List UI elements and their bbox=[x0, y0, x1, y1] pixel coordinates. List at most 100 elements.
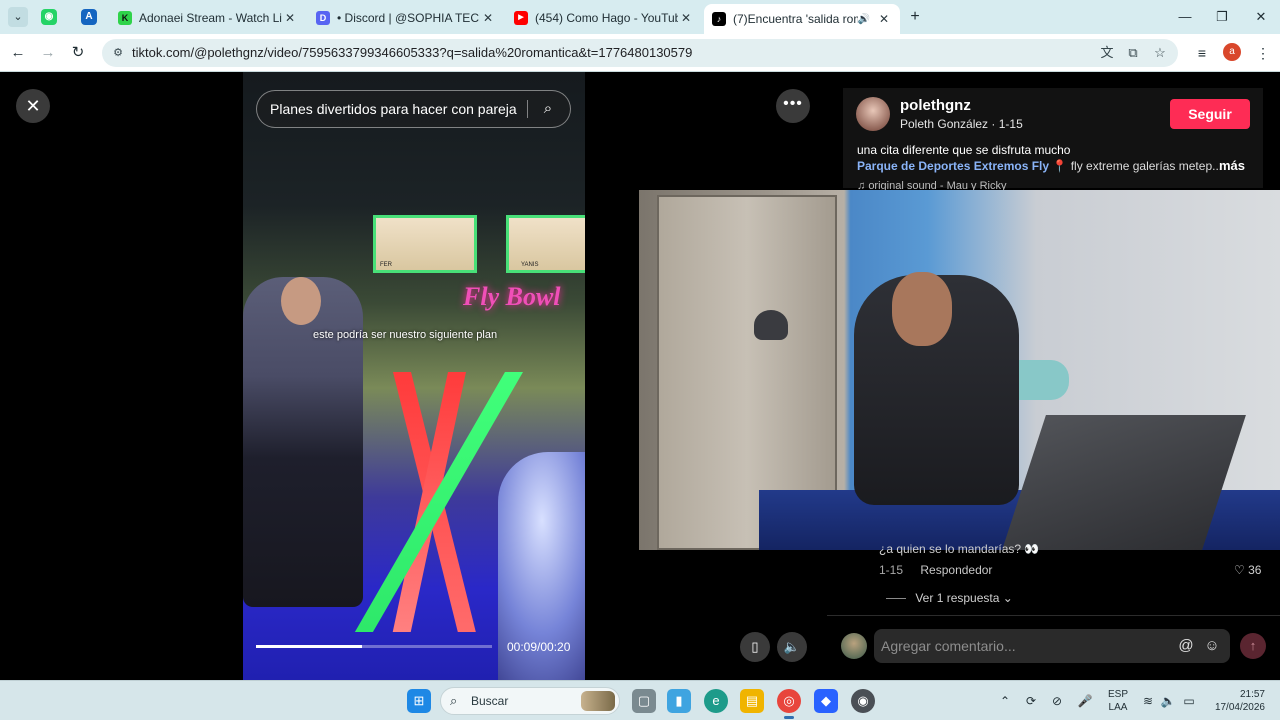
whatsapp-pinned-tab[interactable]: ◉ bbox=[41, 9, 57, 25]
audio-playing-icon[interactable]: 🔊 bbox=[858, 14, 870, 25]
taskbar-search[interactable]: ⌕ Buscar bbox=[440, 687, 620, 715]
microphone-icon[interactable]: 🎤 bbox=[1076, 692, 1094, 710]
comment-input[interactable]: Agregar comentario... @ ☺ bbox=[874, 629, 1230, 663]
task-view-icon[interactable]: ▢ bbox=[632, 689, 656, 713]
streamer-head bbox=[892, 272, 952, 346]
reload-button[interactable]: ↻ bbox=[67, 42, 89, 64]
captions-button[interactable]: ▯ bbox=[740, 632, 770, 662]
windows-start-icon[interactable]: ⊞ bbox=[407, 689, 431, 713]
install-app-icon[interactable]: ⧉ bbox=[1124, 44, 1142, 62]
reply-button[interactable]: Respondedor bbox=[920, 563, 992, 577]
file-explorer-icon[interactable]: ▤ bbox=[740, 689, 764, 713]
author-username[interactable]: polethgnz bbox=[900, 97, 971, 114]
search-highlight-image bbox=[581, 691, 615, 711]
volume-button[interactable]: 🔈 bbox=[777, 632, 807, 662]
tab-title: (7)Encuentra 'salida romant bbox=[733, 12, 858, 26]
bookmark-star-icon[interactable]: ☆ bbox=[1151, 44, 1169, 62]
search-icon[interactable]: ⌕ bbox=[538, 99, 558, 119]
profile-avatar[interactable]: a bbox=[1223, 43, 1241, 61]
close-tab-icon[interactable]: ✕ bbox=[480, 11, 496, 25]
volume-icon[interactable]: 🔈 bbox=[1159, 692, 1177, 710]
video-search-bar[interactable]: Planes divertidos para hacer con pareja … bbox=[256, 90, 571, 128]
location-link[interactable]: Parque de Deportes Extremos Fly bbox=[857, 159, 1049, 173]
tab-tiktok[interactable]: ♪ (7)Encuentra 'salida romant 🔊 ✕ bbox=[704, 4, 900, 34]
mention-icon[interactable]: @ bbox=[1176, 636, 1196, 656]
input-language[interactable]: ESP LAA bbox=[1106, 688, 1130, 714]
score-screen: FER bbox=[373, 215, 477, 273]
location-tail: fly extreme galerías metep... bbox=[1070, 159, 1223, 173]
app-icon[interactable]: ▮ bbox=[667, 689, 691, 713]
comment-placeholder[interactable]: Agregar comentario... bbox=[881, 629, 1016, 663]
divider bbox=[527, 100, 528, 118]
url-text[interactable]: tiktok.com/@polethgnz/video/759563379934… bbox=[132, 39, 692, 67]
chevron-up-icon[interactable]: ⌃ bbox=[996, 692, 1014, 710]
video-progress-bar[interactable] bbox=[256, 645, 492, 648]
follow-button[interactable]: Seguir bbox=[1170, 99, 1250, 129]
tab-adonaei[interactable]: K Adonaei Stream - Watch Live o ✕ bbox=[110, 4, 306, 32]
person-head bbox=[281, 277, 321, 325]
tab-title: (454) Como Hago - YouTube bbox=[535, 11, 678, 25]
close-tab-icon[interactable]: ✕ bbox=[876, 12, 892, 26]
system-clock[interactable]: 21:57 17/04/2026 bbox=[1207, 688, 1265, 714]
view-replies-label[interactable]: Ver 1 respuesta bbox=[915, 591, 999, 605]
location-line: Parque de Deportes Extremos Fly 📍 fly ex… bbox=[857, 159, 1222, 173]
video-description: una cita diferente que se disfruta mucho bbox=[857, 143, 1071, 157]
close-video-button[interactable]: ✕ bbox=[16, 89, 50, 123]
translate-icon[interactable]: 文 bbox=[1098, 44, 1116, 62]
score-name: YANIS bbox=[521, 262, 539, 268]
comment-text: ¿a quien se lo mandarías? 👀 bbox=[879, 542, 1040, 556]
pinned-tab-icon[interactable]: A bbox=[81, 9, 97, 25]
tab-search-button[interactable]: ⌄ bbox=[8, 7, 28, 27]
chrome-icon[interactable]: ◎ bbox=[777, 689, 801, 713]
close-tab-icon[interactable]: ✕ bbox=[678, 11, 694, 25]
tiktok-icon: ♪ bbox=[712, 12, 726, 26]
more-options-button[interactable]: ••• bbox=[776, 89, 810, 123]
back-button[interactable]: ← bbox=[7, 42, 29, 64]
sync-icon[interactable]: ⟳ bbox=[1022, 692, 1040, 710]
like-count: 36 bbox=[1248, 563, 1262, 577]
obs-icon[interactable]: ◉ bbox=[851, 689, 875, 713]
current-user-avatar bbox=[841, 633, 867, 659]
comment-meta: 1-15 Respondedor bbox=[879, 563, 992, 577]
send-comment-button[interactable]: ↑ bbox=[1240, 633, 1266, 659]
notifications-off-icon[interactable]: ⊘ bbox=[1048, 692, 1066, 710]
wifi-icon[interactable]: ≋ bbox=[1139, 692, 1157, 710]
close-tab-icon[interactable]: ✕ bbox=[282, 11, 298, 25]
author-panel: polethgnz Poleth González · 1-15 Seguir … bbox=[843, 88, 1263, 192]
clock-date: 17/04/2026 bbox=[1214, 702, 1265, 713]
minimize-button[interactable]: — bbox=[1167, 6, 1203, 28]
more-link[interactable]: más bbox=[1219, 158, 1245, 173]
omnibox[interactable]: ⚙ tiktok.com/@polethgnz/video/7595633799… bbox=[102, 39, 1178, 67]
tab-youtube[interactable]: ▶ (454) Como Hago - YouTube ✕ bbox=[506, 4, 702, 32]
kick-icon: K bbox=[118, 11, 132, 25]
restore-button[interactable]: ❐ bbox=[1204, 6, 1240, 28]
roblox-studio-icon[interactable]: ◆ bbox=[814, 689, 838, 713]
forward-button[interactable]: → bbox=[37, 42, 59, 64]
menu-icon[interactable]: ⋮ bbox=[1252, 42, 1274, 64]
new-tab-button[interactable]: + bbox=[905, 7, 925, 27]
webcam-overlay bbox=[639, 190, 1280, 550]
search-query[interactable]: Planes divertidos para hacer con pareja bbox=[270, 91, 517, 127]
battery-icon[interactable]: ▭ bbox=[1180, 692, 1198, 710]
score-screen: YANIS bbox=[506, 215, 585, 273]
author-display-name: Poleth González · 1-15 bbox=[900, 117, 1023, 131]
edge-icon[interactable]: e bbox=[704, 689, 728, 713]
emoji-icon[interactable]: ☺ bbox=[1202, 636, 1222, 656]
site-info-icon[interactable]: ⚙ bbox=[110, 45, 126, 61]
close-window-button[interactable]: ✕ bbox=[1243, 6, 1279, 28]
pin-icon: 📍 bbox=[1052, 159, 1068, 173]
media-control-icon[interactable]: ≡ bbox=[1191, 42, 1213, 64]
chevron-down-icon: ⌄ bbox=[1002, 591, 1013, 605]
progress-fill bbox=[256, 645, 363, 648]
clock-time: 21:57 bbox=[1239, 689, 1265, 700]
author-avatar[interactable] bbox=[856, 97, 890, 131]
taskbar-search-label[interactable]: Buscar bbox=[471, 688, 508, 714]
person-figure bbox=[243, 277, 363, 607]
youtube-icon: ▶ bbox=[514, 11, 528, 25]
video-player[interactable]: FER YANIS Fly Bowl bbox=[243, 72, 585, 680]
tab-discord[interactable]: D • Discord | @SOPHIA TECH💕🌷 ✕ bbox=[308, 4, 504, 32]
view-replies-button[interactable]: Ver 1 respuesta ⌄ bbox=[886, 591, 1013, 605]
keyboard-layout: LAA bbox=[1108, 702, 1128, 713]
comment-likes[interactable]: ♡ 36 bbox=[1234, 563, 1261, 577]
heart-icon: ♡ bbox=[1234, 563, 1249, 577]
